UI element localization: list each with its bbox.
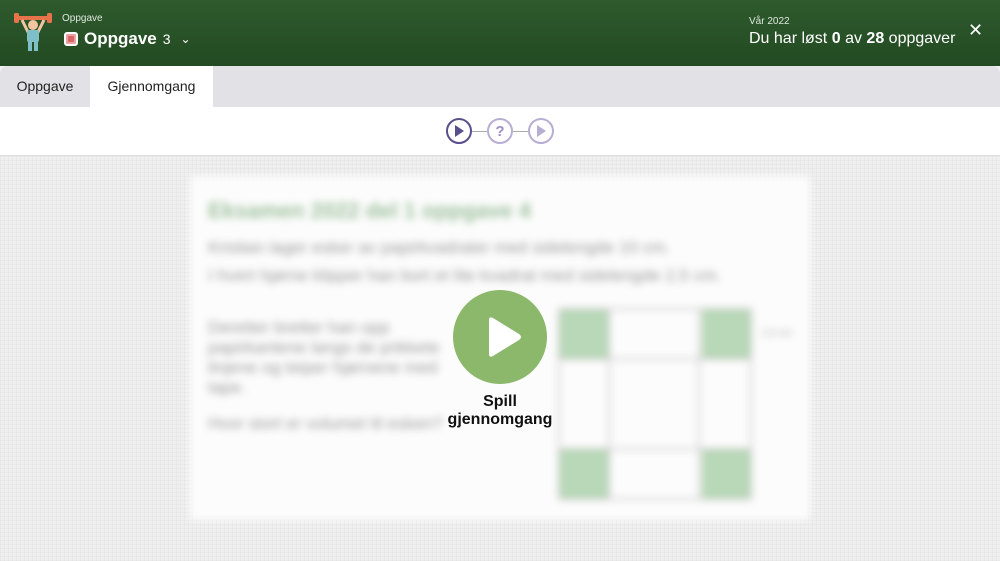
close-icon[interactable]: ✕ <box>968 20 983 41</box>
step-next-icon[interactable] <box>528 118 554 144</box>
play-label[interactable]: Spill gjennomgang <box>430 393 570 429</box>
figure-label: 2,5 cm <box>762 328 793 339</box>
exam-season: Vår 2022 <box>749 16 790 27</box>
corner-square <box>560 450 608 498</box>
progress-mid: av <box>845 30 862 47</box>
weightlifter-logo-icon <box>14 13 52 51</box>
play-button[interactable] <box>453 290 547 384</box>
play-icon <box>489 317 521 357</box>
fold-line <box>698 310 700 498</box>
fold-line <box>560 358 750 360</box>
task-number: 3 <box>162 31 171 47</box>
progress-prefix: Du har løst <box>749 30 828 47</box>
tab-gjennomgang[interactable]: Gjennomgang <box>90 66 213 107</box>
solved-count: 0 <box>831 30 841 47</box>
fold-line <box>608 310 610 498</box>
task-selector[interactable]: Oppgave 3 ⌄ <box>64 29 191 49</box>
step-question-icon[interactable]: ? <box>487 118 513 144</box>
tab-bar: Oppgave Gjennomgang <box>0 66 1000 107</box>
task-paragraph: I hvert hjørne klipper han bort et lite … <box>208 266 722 285</box>
progress-text: Du har løst 0 av 28 oppgaver <box>749 30 955 48</box>
total-count: 28 <box>866 30 885 47</box>
task-paragraph: Kristian lager esker av papirkvadrater m… <box>208 238 671 257</box>
chevron-down-icon: ⌄ <box>180 32 191 46</box>
box-net-figure <box>558 308 752 500</box>
task-heading: Eksamen 2022 del 1 oppgave 4 <box>208 198 531 223</box>
task-type-label: Oppgave <box>62 13 103 24</box>
play-overlay: Spill gjennomgang <box>430 290 570 429</box>
step-bar: ? <box>0 107 1000 156</box>
progress-suffix: oppgaver <box>888 30 956 47</box>
stepper: ? <box>446 118 556 146</box>
top-header: Oppgave Oppgave 3 ⌄ Vår 2022 Du har løst… <box>0 0 1000 66</box>
tab-oppgave[interactable]: Oppgave <box>0 66 90 107</box>
step-connector <box>472 131 487 132</box>
step-play-icon[interactable] <box>446 118 472 144</box>
corner-square <box>702 450 750 498</box>
task-status-icon <box>64 32 78 46</box>
step-connector <box>513 131 528 132</box>
task-name: Oppgave <box>84 29 157 48</box>
corner-square <box>702 310 750 358</box>
task-paragraph: Deretter bretter han opp papirkantene la… <box>208 318 440 397</box>
content-area: Eksamen 2022 del 1 oppgave 4 Kristian la… <box>0 156 1000 561</box>
fold-line <box>560 448 750 450</box>
